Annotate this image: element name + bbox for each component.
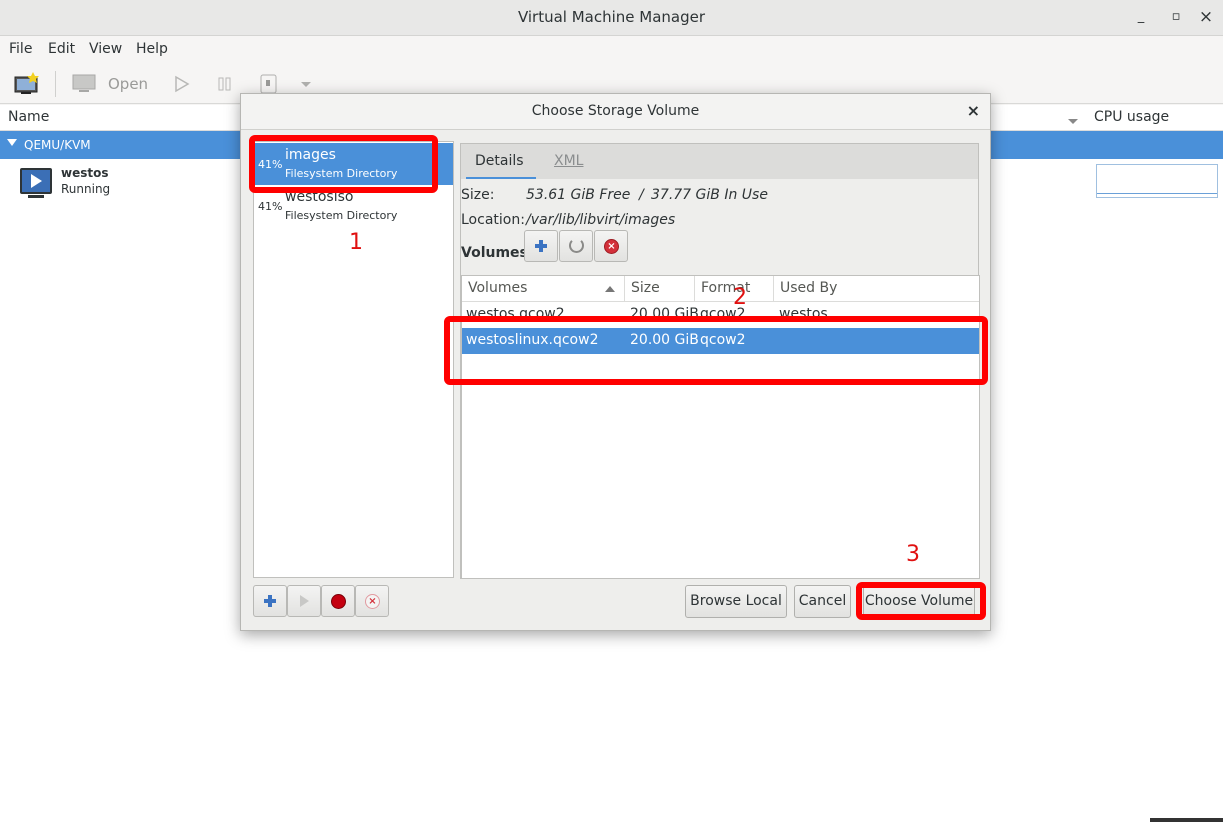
play-icon [300, 595, 309, 607]
pool-type: Filesystem Directory [285, 209, 398, 222]
col-size[interactable]: Size [625, 276, 695, 302]
tab-details[interactable]: Details [475, 153, 524, 169]
stop-pool-button[interactable] [321, 585, 355, 617]
vm-row[interactable]: westos Running [20, 166, 220, 202]
menu-file[interactable]: File [9, 41, 32, 57]
column-cpu-usage[interactable]: CPU usage [1094, 109, 1169, 125]
pause-icon[interactable] [217, 72, 233, 96]
vm-status: Running [61, 182, 111, 196]
vm-name: westos [61, 166, 109, 180]
add-pool-button[interactable] [253, 585, 287, 617]
volumes-label: Volumes [461, 245, 528, 261]
delete-icon: × [604, 239, 619, 254]
size-used-value: 37.77 GiB In Use [651, 187, 768, 203]
sort-ascending-icon [605, 286, 615, 292]
pool-usage-percent: 41% [258, 200, 283, 213]
refresh-volumes-button[interactable] [559, 230, 593, 262]
connection-label: QEMU/KVM [24, 138, 91, 152]
annotation-box-3 [856, 582, 986, 620]
location-value: /var/lib/libvirt/images [526, 212, 676, 228]
annotation-box-2 [444, 316, 988, 385]
plus-icon [535, 240, 547, 252]
stop-record-icon [331, 594, 346, 609]
close-window-button[interactable]: × [1196, 7, 1216, 27]
storage-pool-list: 41% images Filesystem Directory 41% west… [253, 141, 454, 578]
plus-icon [264, 595, 276, 607]
refresh-icon [569, 238, 584, 253]
open-button[interactable]: Open [108, 72, 148, 96]
start-pool-button[interactable] [287, 585, 321, 617]
delete-pool-button[interactable]: × [355, 585, 389, 617]
expand-triangle-icon[interactable] [7, 139, 17, 146]
delete-volume-button[interactable]: × [594, 230, 628, 262]
window-titlebar: Virtual Machine Manager _ ▫ × [0, 0, 1223, 36]
col-volumes[interactable]: Volumes [462, 276, 625, 302]
background-window-fragment [1150, 818, 1223, 822]
location-label: Location: [461, 212, 525, 228]
menu-bar: File Edit View Help [0, 36, 1223, 64]
cpu-usage-graph [1096, 164, 1218, 198]
cpu-usage-line [1097, 193, 1217, 194]
dialog-title: Choose Storage Volume [531, 103, 700, 119]
dialog-titlebar: Choose Storage Volume × [241, 94, 990, 130]
col-used-by[interactable]: Used By [774, 276, 979, 302]
annotation-box-1 [249, 135, 438, 193]
column-chevron-icon[interactable] [1067, 114, 1079, 130]
menu-view[interactable]: View [89, 41, 122, 57]
size-separator: / [639, 187, 644, 203]
annotation-number-1: 1 [349, 230, 363, 255]
maximize-button[interactable]: ▫ [1166, 7, 1186, 27]
new-vm-icon [14, 72, 39, 94]
menu-edit[interactable]: Edit [48, 41, 75, 57]
details-tab-bar: Details XML [460, 143, 979, 180]
browse-local-button[interactable]: Browse Local [685, 585, 787, 618]
annotation-number-3: 3 [906, 542, 920, 567]
delete-icon: × [365, 594, 380, 609]
vm-running-icon [20, 168, 52, 194]
new-vm-button[interactable] [14, 72, 40, 96]
open-vm-icon[interactable] [72, 72, 98, 96]
dialog-close-button[interactable]: × [967, 101, 980, 120]
menu-help[interactable]: Help [136, 41, 168, 57]
size-label: Size: [461, 187, 495, 203]
window-title: Virtual Machine Manager [517, 8, 706, 26]
toolbar-separator [55, 71, 56, 97]
column-name[interactable]: Name [8, 109, 49, 125]
tab-xml[interactable]: XML [554, 153, 583, 169]
size-free-value: 53.61 GiB Free [526, 187, 631, 203]
cancel-button[interactable]: Cancel [794, 585, 851, 618]
add-volume-button[interactable] [524, 230, 558, 262]
run-icon[interactable] [174, 72, 190, 96]
vm-icon-stand [28, 195, 44, 198]
annotation-number-2: 2 [733, 285, 747, 310]
minimize-button[interactable]: _ [1131, 7, 1151, 27]
